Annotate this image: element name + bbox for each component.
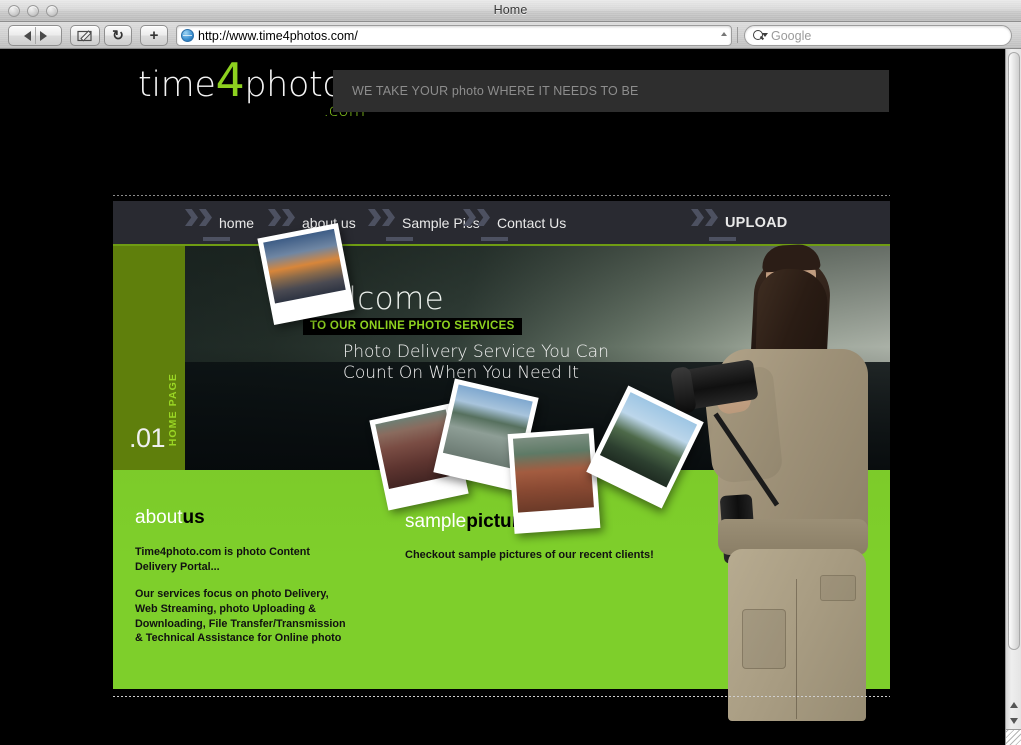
about-title: aboutus — [135, 508, 350, 527]
nav-underline — [203, 237, 230, 241]
triangle-up-icon — [1010, 702, 1018, 708]
about-paragraph-1: Time4photo.com is photo Content Delivery… — [135, 546, 310, 573]
add-bookmark-button[interactable]: + — [140, 25, 168, 46]
content-bottom-divider — [113, 696, 890, 697]
compose-icon — [76, 30, 92, 42]
browser-window: Home ↻ + http://www.time4photos.com/ Goo… — [0, 0, 1021, 745]
pants-seam — [796, 579, 797, 719]
samples-title-white: sample — [405, 511, 467, 532]
back-pocket — [820, 575, 856, 601]
photographer-image — [670, 79, 880, 721]
address-bar[interactable]: http://www.time4photos.com/ — [176, 25, 732, 46]
vertical-scrollbar[interactable] — [1005, 49, 1021, 745]
plus-icon: + — [149, 27, 159, 44]
photo-thumbnail — [263, 228, 346, 304]
window-title: Home — [493, 3, 528, 17]
site-logo[interactable]: time4photos .com — [138, 57, 365, 121]
hero-headline-line2: Count On When You Need It — [343, 363, 579, 384]
nav-item-contact-us[interactable]: Contact Us — [463, 201, 566, 244]
window-resize-grip[interactable] — [1005, 729, 1021, 745]
about-section: aboutus Time4photo.com is photo Content … — [135, 508, 350, 646]
compose-button[interactable] — [70, 25, 100, 46]
nav-back-forward-group[interactable] — [8, 25, 62, 46]
globe-icon — [181, 29, 194, 42]
forward-arrow-icon[interactable] — [39, 30, 47, 41]
polaroid-sunset[interactable] — [257, 222, 355, 326]
scrollbar-arrows[interactable] — [1006, 697, 1021, 729]
search-icon — [753, 29, 768, 42]
double-chevron-icon — [185, 209, 219, 226]
page-label: HOME PAGE — [167, 372, 179, 446]
button-divider — [35, 27, 36, 44]
double-chevron-icon — [268, 209, 302, 226]
samples-body: Checkout sample pictures of our recent c… — [405, 549, 654, 561]
window-titlebar: Home — [0, 0, 1021, 22]
about-title-black: us — [182, 507, 205, 528]
about-title-white: about — [135, 507, 183, 528]
back-arrow-icon[interactable] — [23, 30, 31, 41]
address-dropdown-icon[interactable] — [721, 32, 727, 36]
logo-part1: time — [138, 65, 216, 105]
page-number: .01 — [129, 423, 166, 453]
nav-underline — [386, 237, 413, 241]
url-text: http://www.time4photos.com/ — [198, 28, 358, 43]
chevron-down-icon[interactable] — [762, 33, 768, 37]
browser-toolbar: ↻ + http://www.time4photos.com/ Google — [0, 22, 1021, 49]
scroll-down-button[interactable] — [1006, 713, 1021, 729]
scrollbar-thumb[interactable] — [1008, 52, 1020, 650]
polaroid-redrock[interactable] — [507, 428, 601, 534]
search-placeholder: Google — [771, 28, 812, 43]
hero-headline-line1: Photo Delivery Service You Can — [343, 342, 609, 362]
reload-button[interactable]: ↻ — [104, 25, 132, 46]
triangle-down-icon — [1010, 718, 1018, 724]
logo-four: 4 — [215, 53, 245, 107]
nav-underline — [481, 237, 508, 241]
nav-item-home[interactable]: home — [185, 201, 254, 244]
photo-thumbnail — [512, 433, 594, 513]
cargo-pocket — [742, 609, 786, 669]
about-paragraph-2: Our services focus on photo Delivery, We… — [135, 587, 346, 645]
nav-label: home — [219, 214, 255, 231]
search-field[interactable]: Google — [744, 25, 1012, 46]
nav-label: Contact Us — [497, 214, 567, 231]
page-viewport: time4photos .com WE TAKE YOUR photo WHER… — [0, 49, 1005, 745]
double-chevron-icon — [463, 209, 497, 226]
about-body: Time4photo.com is photo Content Delivery… — [135, 545, 350, 646]
tagline-text: WE TAKE YOUR photo WHERE IT NEEDS TO BE — [352, 84, 639, 98]
double-chevron-icon — [368, 209, 402, 226]
toolbar-divider — [737, 27, 738, 43]
hero-headline: Photo Delivery Service You Can Count On … — [343, 342, 609, 385]
welcome-subheading: TO OUR ONLINE PHOTO SERVICES — [303, 318, 522, 335]
hero-side-column: .01 HOME PAGE — [113, 246, 185, 470]
scroll-up-button[interactable] — [1006, 697, 1021, 713]
reload-icon: ↻ — [112, 27, 124, 43]
website-container: time4photos .com WE TAKE YOUR photo WHER… — [113, 49, 890, 745]
